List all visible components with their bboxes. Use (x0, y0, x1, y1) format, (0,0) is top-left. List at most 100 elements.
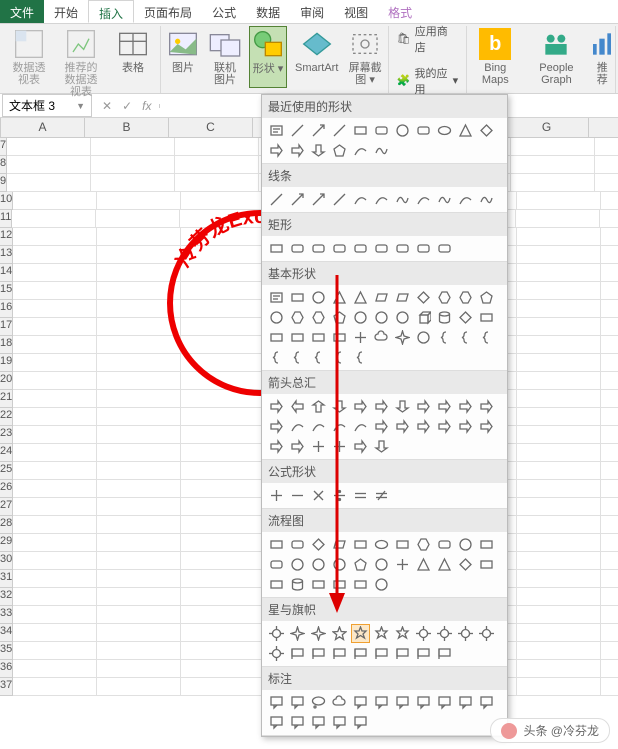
shape-option[interactable] (373, 240, 390, 257)
shape-option[interactable] (268, 694, 285, 711)
cell[interactable] (175, 174, 259, 192)
shape-option[interactable] (310, 625, 327, 642)
cell[interactable] (181, 462, 265, 480)
cell[interactable] (511, 138, 595, 156)
cell[interactable] (517, 480, 601, 498)
shape-option[interactable] (457, 694, 474, 711)
online-picture-button[interactable]: 联机图片 (207, 26, 243, 88)
shape-option[interactable] (457, 536, 474, 553)
cell[interactable] (517, 444, 601, 462)
shape-option[interactable] (457, 625, 474, 642)
cell[interactable] (97, 426, 181, 444)
shape-option[interactable] (415, 309, 432, 326)
shape-option[interactable] (268, 438, 285, 455)
shape-option[interactable] (457, 329, 474, 346)
cell[interactable] (181, 642, 265, 660)
shape-option[interactable] (268, 398, 285, 415)
shape-option[interactable] (268, 576, 285, 593)
shape-option[interactable] (331, 694, 348, 711)
shape-option[interactable] (436, 398, 453, 415)
row-header[interactable]: 19 (0, 354, 13, 372)
shape-option[interactable] (352, 714, 369, 731)
shape-option[interactable] (352, 556, 369, 573)
shape-option[interactable] (352, 576, 369, 593)
shape-option[interactable] (373, 576, 390, 593)
cell[interactable] (601, 228, 618, 246)
cell[interactable] (181, 534, 265, 552)
cell[interactable] (601, 300, 618, 318)
row-header[interactable]: 35 (0, 642, 13, 660)
shape-option[interactable] (394, 556, 411, 573)
shape-option[interactable] (268, 349, 285, 366)
shape-option[interactable] (268, 625, 285, 642)
shape-option[interactable] (310, 329, 327, 346)
cell[interactable] (13, 606, 97, 624)
cell[interactable] (517, 336, 601, 354)
cell[interactable] (97, 516, 181, 534)
shape-option[interactable] (394, 536, 411, 553)
row-header[interactable]: 20 (0, 372, 13, 390)
shape-option[interactable] (394, 329, 411, 346)
shape-option[interactable] (394, 240, 411, 257)
shape-option[interactable] (268, 142, 285, 159)
cell[interactable] (13, 624, 97, 642)
cell[interactable] (13, 462, 97, 480)
shape-option[interactable] (394, 309, 411, 326)
cell[interactable] (517, 228, 601, 246)
shape-option[interactable] (457, 191, 474, 208)
shape-option[interactable] (436, 329, 453, 346)
cell[interactable] (517, 534, 601, 552)
shape-option[interactable] (310, 645, 327, 662)
cell[interactable] (601, 624, 618, 642)
cell[interactable] (517, 282, 601, 300)
cell[interactable] (517, 462, 601, 480)
cell[interactable] (517, 678, 601, 696)
cell[interactable] (517, 624, 601, 642)
tab-home[interactable]: 开始 (44, 0, 88, 23)
shape-option[interactable] (310, 349, 327, 366)
shape-option[interactable] (373, 329, 390, 346)
shape-option[interactable] (415, 625, 432, 642)
shape-option[interactable] (436, 240, 453, 257)
cell[interactable] (13, 246, 97, 264)
shape-option[interactable] (373, 309, 390, 326)
screenshot-button[interactable]: 屏幕截图 ▾ (346, 26, 383, 88)
smartart-button[interactable]: SmartArt (293, 26, 340, 88)
shape-option[interactable] (415, 191, 432, 208)
cell[interactable] (97, 552, 181, 570)
cell[interactable] (13, 678, 97, 696)
cell[interactable] (91, 174, 175, 192)
shape-option[interactable] (289, 122, 306, 139)
shape-option[interactable] (331, 309, 348, 326)
enter-icon[interactable]: ✓ (122, 99, 132, 113)
shape-option[interactable] (352, 438, 369, 455)
cell[interactable] (13, 480, 97, 498)
shape-option[interactable] (310, 438, 327, 455)
row-header[interactable]: 22 (0, 408, 13, 426)
shape-option[interactable] (373, 625, 390, 642)
cell[interactable] (91, 138, 175, 156)
cell[interactable] (181, 552, 265, 570)
cell[interactable] (517, 264, 601, 282)
cell[interactable] (517, 426, 601, 444)
cell[interactable] (517, 642, 601, 660)
shape-option[interactable] (436, 289, 453, 306)
cell[interactable] (181, 570, 265, 588)
shape-option[interactable] (415, 536, 432, 553)
cell[interactable] (600, 210, 618, 228)
col-H[interactable]: H (589, 118, 618, 137)
row-header[interactable]: 21 (0, 390, 13, 408)
tab-review[interactable]: 审阅 (290, 0, 334, 23)
col-C[interactable]: C (169, 118, 253, 137)
shape-option[interactable] (436, 191, 453, 208)
shape-option[interactable] (289, 625, 306, 642)
cell[interactable] (517, 516, 601, 534)
cell[interactable] (517, 390, 601, 408)
shape-option[interactable] (352, 536, 369, 553)
cell[interactable] (517, 354, 601, 372)
shape-option[interactable] (373, 556, 390, 573)
cell[interactable] (601, 570, 618, 588)
cell[interactable] (13, 570, 97, 588)
row-header[interactable]: 33 (0, 606, 13, 624)
recommended-button[interactable]: 推荐 (593, 26, 611, 88)
